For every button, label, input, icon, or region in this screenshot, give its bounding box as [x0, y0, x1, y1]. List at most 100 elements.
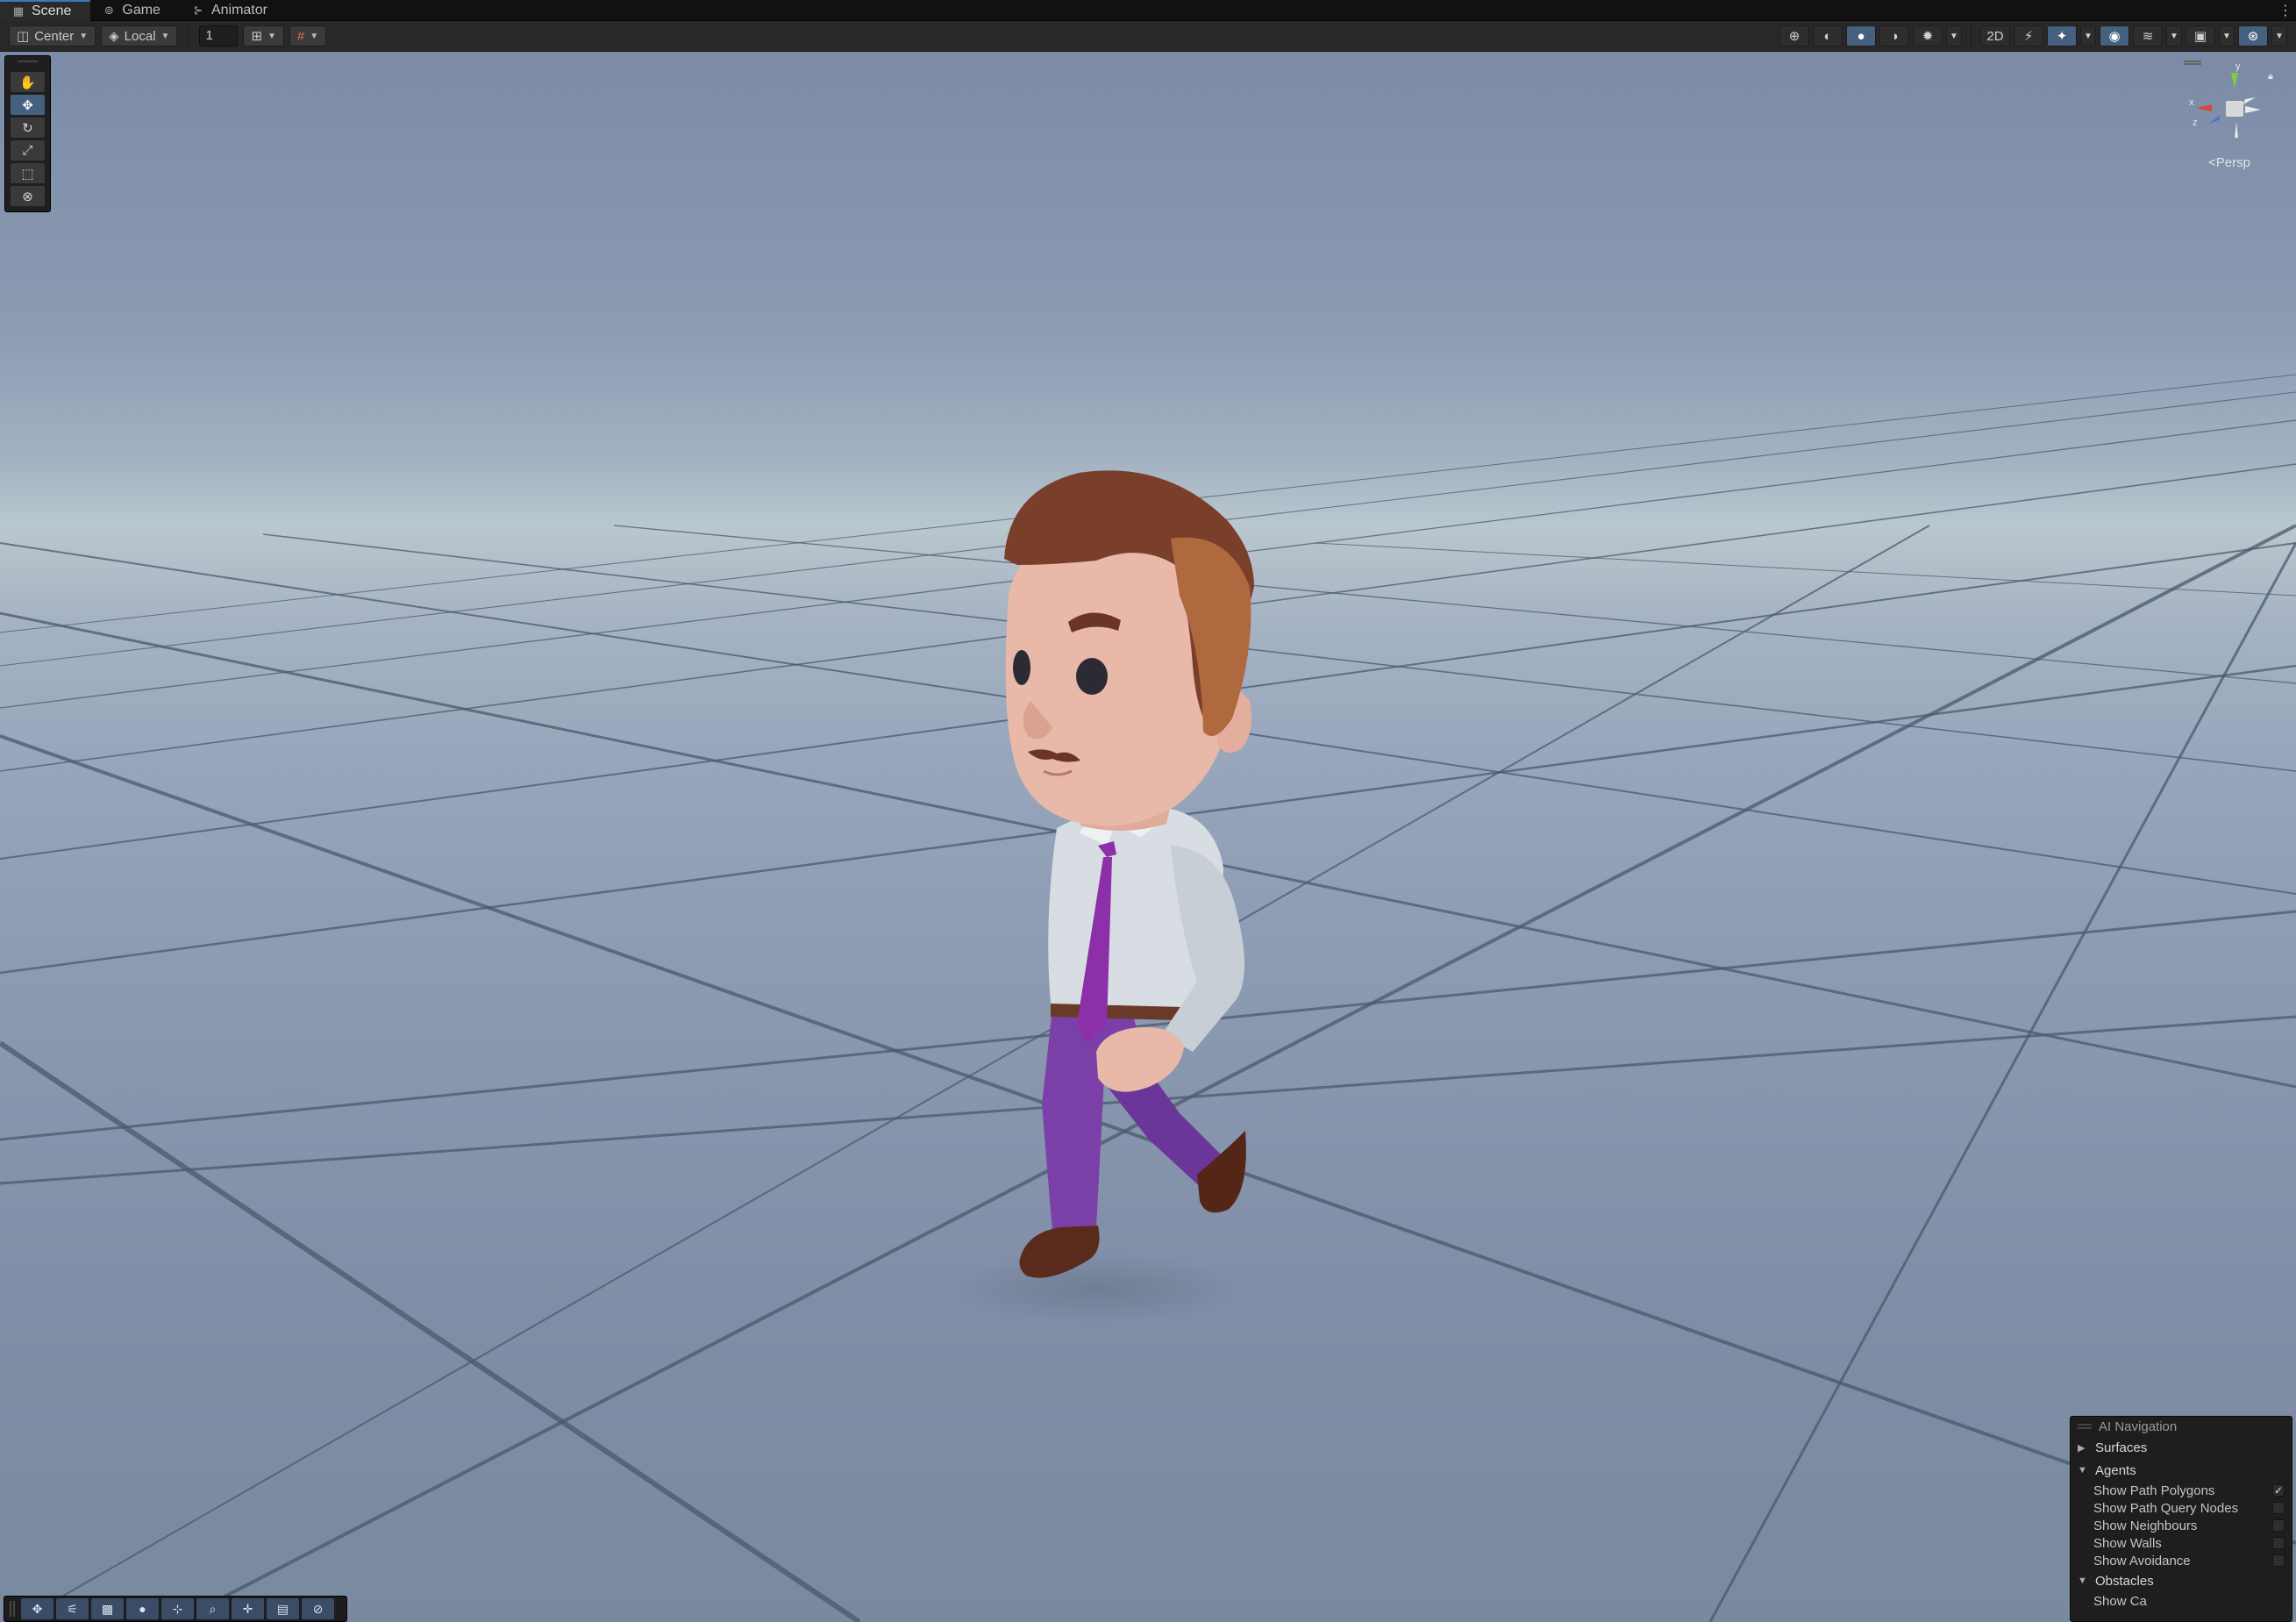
sphere-icon[interactable]: ●: [126, 1598, 159, 1619]
editor-tab-bar: ▦ Scene ⊚ Game ⊱ Animator ⋮: [0, 0, 2296, 21]
chevron-down-icon[interactable]: ▼: [2219, 25, 2235, 46]
ai-navigation-title: AI Navigation: [2099, 1418, 2178, 1434]
surfaces-foldout[interactable]: ▶ Surfaces: [2071, 1436, 2292, 1459]
unlit-mode-icon[interactable]: ◑: [1879, 25, 1909, 46]
orientation-gizmo[interactable]: 🔒︎ y x z <Persp: [2177, 57, 2291, 180]
move-overlay-icon[interactable]: ✥: [21, 1598, 53, 1619]
chevron-down-icon: ▼: [160, 31, 170, 41]
svg-text:x: x: [2189, 97, 2194, 108]
move-tool-icon[interactable]: ✥: [11, 95, 45, 115]
visibility-eye-icon[interactable]: ◉: [2100, 25, 2129, 46]
chevron-right-icon: ▶: [2078, 1442, 2086, 1454]
option-label: Show Path Polygons: [2093, 1483, 2215, 1498]
scene-view-options: ⊕ ◐ ● ◑ ✹ ▼ 2D ⚡ ✦ ▼ ◉ ≋ ▼ ▣ ▼ ⊛ ▼: [1779, 25, 2287, 46]
checkbox[interactable]: [2272, 1502, 2285, 1514]
checkbox[interactable]: [2272, 1519, 2285, 1532]
chevron-left-icon: <: [2208, 155, 2216, 170]
chevron-down-icon[interactable]: ▼: [1946, 25, 1962, 46]
tab-game-label: Game: [122, 3, 160, 18]
crosshair-icon[interactable]: ✛: [232, 1598, 264, 1619]
chevron-down-icon[interactable]: ▼: [2166, 25, 2182, 46]
search-icon[interactable]: ⌕: [196, 1598, 229, 1619]
chevron-down-icon[interactable]: ▼: [2271, 25, 2287, 46]
toolbar-divider: [1971, 26, 1972, 46]
lighting-toggle-icon[interactable]: ⚡: [2014, 25, 2043, 46]
shaded-wireframe-icon[interactable]: ◐: [1813, 25, 1843, 46]
pivot-center-icon: ◫: [17, 29, 30, 44]
snap-increment-icon: ⊞: [251, 29, 263, 44]
checkbox[interactable]: [2272, 1554, 2285, 1567]
scale-tool-icon[interactable]: ⤢: [11, 140, 45, 161]
obstacles-foldout[interactable]: ▼ Obstacles: [2071, 1569, 2292, 1592]
character-model[interactable]: [1004, 470, 1254, 1278]
navmesh-grid-icon[interactable]: ▩: [91, 1598, 124, 1619]
option-show-path-query-nodes[interactable]: Show Path Query Nodes: [2071, 1499, 2292, 1517]
drag-handle-icon[interactable]: [2078, 1424, 2092, 1429]
snap-increment-dropdown[interactable]: ⊞ ▼: [243, 25, 284, 46]
hand-tool-icon[interactable]: ✋: [11, 72, 45, 92]
grid-visibility-icon: #: [296, 28, 305, 44]
palette-drag-handle[interactable]: [18, 61, 38, 68]
pivot-mode-dropdown[interactable]: ◫ Center ▼: [9, 25, 96, 46]
option-show-neighbours[interactable]: Show Neighbours: [2071, 1517, 2292, 1534]
option-show-avoidance[interactable]: Show Avoidance: [2071, 1552, 2292, 1569]
chevron-down-icon: ▼: [310, 31, 319, 41]
option-label: Show Neighbours: [2093, 1518, 2198, 1533]
obstacles-label: Obstacles: [2095, 1573, 2154, 1589]
pivot-rotation-label: Local: [124, 28, 156, 44]
overlay-toolbar: ✥ ⚟ ▩ ● ⊹ ⌕ ✛ ▤ ⊘: [4, 1596, 347, 1622]
settings-sliders-icon[interactable]: ⚟: [56, 1598, 89, 1619]
screen-icon[interactable]: ▤: [267, 1598, 299, 1619]
pivot-rotation-dropdown[interactable]: ◈ Local ▼: [101, 25, 178, 46]
2d-mode-icon[interactable]: 2D: [1980, 25, 2010, 46]
wireframe-mode-icon[interactable]: ⊕: [1779, 25, 1809, 46]
tab-animator-label: Animator: [210, 3, 267, 18]
toolbar-divider: [188, 26, 189, 46]
rotate-tool-icon[interactable]: ↻: [11, 118, 45, 138]
option-show-carve-hull[interactable]: Show Ca: [2071, 1592, 2292, 1610]
projection-label: Persp: [2215, 155, 2250, 170]
chevron-down-icon[interactable]: ▼: [2080, 25, 2096, 46]
grid-visibility-dropdown[interactable]: # ▼: [289, 25, 327, 46]
tab-game[interactable]: ⊚ Game: [90, 0, 180, 21]
checkbox-checked[interactable]: ✓: [2272, 1484, 2285, 1497]
checkbox[interactable]: [2272, 1537, 2285, 1549]
cube-icon: ◈: [109, 29, 119, 44]
chevron-down-icon: ▼: [79, 31, 89, 41]
gizmos-toggle-icon[interactable]: ⊛: [2238, 25, 2268, 46]
grid-snap-value-field[interactable]: 1: [199, 25, 239, 46]
projection-toggle[interactable]: <Persp: [2208, 155, 2250, 170]
scene-viewport[interactable]: [0, 52, 2296, 1622]
ai-navigation-header[interactable]: AI Navigation: [2071, 1417, 2292, 1436]
effects-toggle-icon[interactable]: ✦: [2047, 25, 2077, 46]
gamepad-icon: ⊚: [103, 4, 114, 17]
agents-foldout[interactable]: ▼ Agents: [2071, 1459, 2292, 1482]
axis-gizmo-icon[interactable]: y x z: [2177, 57, 2291, 155]
tab-animator[interactable]: ⊱ Animator: [180, 0, 287, 21]
debug-draw-mode-icon[interactable]: ✹: [1913, 25, 1943, 46]
camera-settings-icon[interactable]: ▣: [2185, 25, 2215, 46]
option-show-walls[interactable]: Show Walls: [2071, 1534, 2292, 1552]
animator-icon: ⊱: [193, 4, 203, 17]
shaded-mode-icon[interactable]: ●: [1846, 25, 1876, 46]
option-show-path-polygons[interactable]: Show Path Polygons ✓: [2071, 1482, 2292, 1499]
surfaces-label: Surfaces: [2095, 1440, 2148, 1455]
option-label: Show Path Query Nodes: [2093, 1500, 2239, 1516]
layers-overlay-icon[interactable]: ⊹: [161, 1598, 194, 1619]
chevron-down-icon: ▼: [267, 31, 276, 41]
tab-scene-label: Scene: [32, 4, 72, 18]
transform-tool-icon[interactable]: ⊗: [11, 186, 45, 206]
tab-menu-kebab-icon[interactable]: ⋮: [2275, 0, 2296, 20]
overlay-drag-handle[interactable]: [10, 1601, 15, 1617]
chevron-down-icon: ▼: [2078, 1576, 2087, 1586]
option-label: Show Avoidance: [2093, 1553, 2191, 1568]
option-label: Show Ca: [2093, 1593, 2147, 1609]
svg-text:z: z: [2193, 118, 2198, 128]
chevron-down-icon: ▼: [2078, 1465, 2087, 1476]
layers-icon[interactable]: ≋: [2133, 25, 2163, 46]
scene-toolbar: ◫ Center ▼ ◈ Local ▼ 1 ⊞ ▼ # ▼ ⊕ ◐ ● ◑ ✹…: [0, 21, 2296, 52]
compass-icon[interactable]: ⊘: [302, 1598, 334, 1619]
rect-tool-icon[interactable]: ⬚: [11, 163, 45, 183]
tab-scene[interactable]: ▦ Scene: [0, 0, 91, 21]
svg-text:y: y: [2235, 61, 2241, 72]
